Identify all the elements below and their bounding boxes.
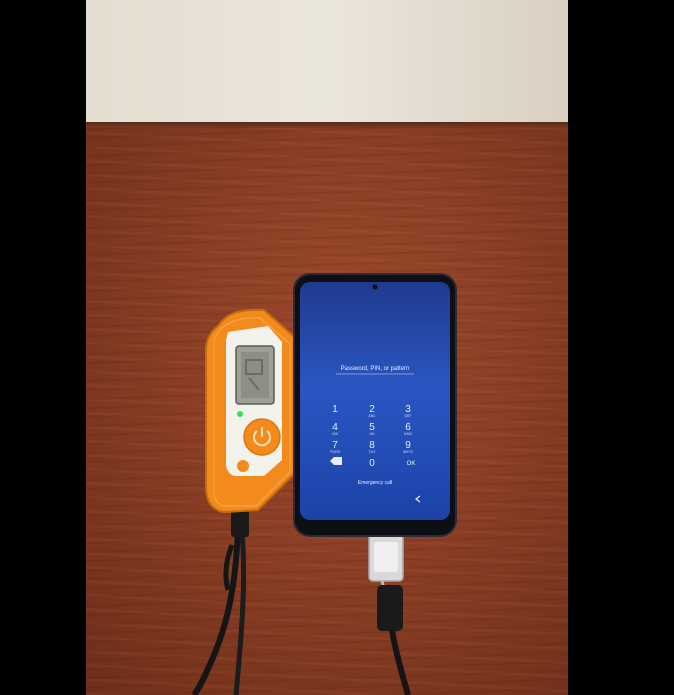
key-1[interactable]: 1 [332, 404, 338, 415]
device-cable [191, 505, 249, 695]
key-letters-6: MNO [404, 432, 412, 436]
key-letters-3: DEF [405, 414, 412, 418]
handheld-device [205, 309, 299, 514]
key-letters-5: JKL [369, 432, 375, 436]
lock-message: Password, PIN, or pattern [341, 366, 410, 372]
photo: Password, PIN, or pattern 1 2 3 4 5 6 7 … [86, 0, 568, 695]
key-letters-9: WXYZ [403, 450, 414, 454]
key-letters-4: GHI [332, 432, 338, 436]
emergency-call-button[interactable]: Emergency call [358, 480, 392, 486]
scene-illustration: Password, PIN, or pattern 1 2 3 4 5 6 7 … [191, 273, 457, 695]
phone-cable [368, 532, 411, 695]
ok-button[interactable]: OK [407, 461, 416, 467]
smartphone [293, 273, 457, 537]
key-letters-8: TUV [369, 450, 377, 454]
key-letters-2: ABC [368, 414, 376, 418]
key-0[interactable]: 0 [369, 458, 375, 469]
video-frame: Password, PIN, or pattern 1 2 3 4 5 6 7 … [0, 0, 674, 695]
key-letters-7: PQRS [330, 450, 341, 454]
